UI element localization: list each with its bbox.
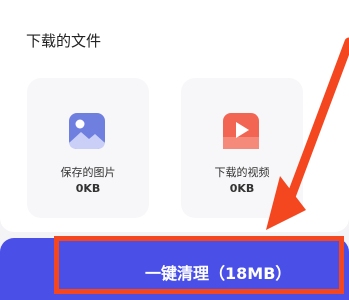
section-title: 下载的文件 [26, 32, 102, 50]
saved-images-size: 0KB [75, 182, 101, 195]
downloaded-videos-card[interactable]: 下载的视频 0KB [181, 78, 303, 218]
clean-button-label: 一键清理（18MB） [145, 264, 292, 283]
image-icon [69, 113, 105, 149]
downloaded-videos-label: 下载的视频 [214, 166, 270, 179]
one-click-clean-button[interactable]: 一键清理（18MB） [0, 238, 349, 300]
video-play-icon [223, 113, 259, 149]
saved-images-label: 保存的图片 [60, 166, 116, 179]
downloaded-files-panel: 下载的文件 保存的图片 0KB 下载的视频 0KB [0, 0, 349, 232]
downloaded-videos-size: 0KB [229, 182, 255, 195]
saved-images-card[interactable]: 保存的图片 0KB [27, 78, 149, 218]
